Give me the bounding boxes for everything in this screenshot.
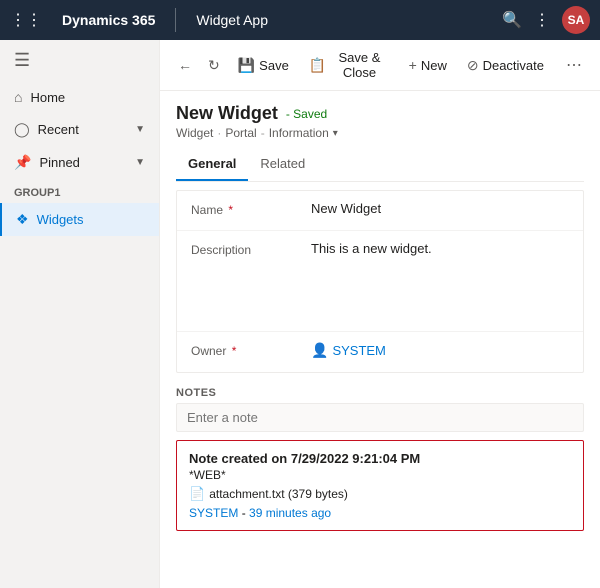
owner-label: Owner *: [191, 342, 311, 358]
save-button[interactable]: 💾 Save: [230, 53, 297, 78]
notes-header: NOTES: [176, 381, 584, 403]
note-card: Note created on 7/29/2022 9:21:04 PM *WE…: [176, 440, 584, 531]
record-name: New Widget: [176, 103, 278, 124]
save-icon: 💾: [238, 57, 255, 74]
note-attachment: 📄 attachment.txt (379 bytes): [189, 486, 571, 502]
new-label: New: [421, 58, 447, 73]
sidebar-home-label: Home: [30, 90, 145, 105]
sidebar-recent-label: Recent: [38, 122, 127, 137]
app-logo: Dynamics 365: [52, 12, 165, 28]
save-close-label: Save & Close: [330, 50, 388, 80]
search-icon[interactable]: 🔍: [502, 10, 522, 30]
sidebar-widgets-label: Widgets: [37, 212, 145, 227]
deactivate-icon: ⊘: [467, 57, 479, 74]
record-title: New Widget - Saved: [176, 103, 584, 124]
more-options-button[interactable]: ⋯: [560, 51, 588, 79]
note-system-link[interactable]: SYSTEM: [189, 506, 238, 520]
pinned-icon: 📌: [14, 154, 31, 171]
tab-related[interactable]: Related: [248, 148, 317, 181]
deactivate-label: Deactivate: [483, 58, 544, 73]
refresh-button[interactable]: ↻: [202, 53, 226, 78]
save-close-button[interactable]: 📋 Save & Close: [301, 46, 397, 84]
recent-chevron-icon: ▼: [135, 124, 145, 135]
attachment-filename: attachment.txt (379 bytes): [209, 487, 348, 501]
recent-icon: ◯: [14, 121, 30, 138]
record-saved-badge: - Saved: [286, 107, 327, 121]
owner-value[interactable]: 👤 SYSTEM: [311, 342, 569, 359]
new-button[interactable]: + New: [401, 53, 455, 77]
new-icon: +: [409, 57, 417, 73]
save-close-icon: 📋: [309, 57, 326, 74]
notes-section: NOTES Note created on 7/29/2022 9:21:04 …: [176, 381, 584, 531]
nav-divider: [175, 8, 176, 32]
note-tag: *WEB*: [189, 468, 571, 482]
breadcrumb-sep1: ·: [217, 126, 221, 140]
breadcrumb-widget: Widget: [176, 126, 213, 140]
form-tabs: General Related: [176, 148, 584, 182]
user-avatar[interactable]: SA: [562, 6, 590, 34]
breadcrumb-portal: Portal: [225, 126, 256, 140]
main-layout: ☰ ⌂ Home ◯ Recent ▼ 📌 Pinned ▼ Group1 ❖ …: [0, 40, 600, 588]
sidebar-item-recent[interactable]: ◯ Recent ▼: [0, 113, 159, 146]
pinned-chevron-icon: ▼: [135, 157, 145, 168]
tab-general[interactable]: General: [176, 148, 248, 181]
description-value[interactable]: This is a new widget.: [311, 241, 569, 321]
note-date: Note created on 7/29/2022 9:21:04 PM: [189, 451, 571, 466]
toolbar: ← ↻ 💾 Save 📋 Save & Close + New ⊘ Deacti…: [160, 40, 600, 91]
owner-required-indicator: *: [232, 344, 237, 358]
home-icon: ⌂: [14, 89, 22, 105]
tab-related-label: Related: [260, 156, 305, 171]
owner-name: SYSTEM: [332, 343, 385, 358]
note-separator: -: [242, 506, 249, 520]
name-required-indicator: *: [228, 203, 233, 217]
content-area: ← ↻ 💾 Save 📋 Save & Close + New ⊘ Deacti…: [160, 40, 600, 588]
sidebar: ☰ ⌂ Home ◯ Recent ▼ 📌 Pinned ▼ Group1 ❖ …: [0, 40, 160, 588]
back-button[interactable]: ←: [172, 53, 198, 77]
field-description: Description This is a new widget.: [177, 231, 583, 332]
sidebar-item-home[interactable]: ⌂ Home: [0, 81, 159, 113]
sidebar-pinned-label: Pinned: [39, 155, 127, 170]
top-nav-bar: ⋮⋮ Dynamics 365 Widget App 🔍 ⋮ SA: [0, 0, 600, 40]
sidebar-item-widgets[interactable]: ❖ Widgets: [0, 203, 159, 236]
sidebar-group-label: Group1: [0, 179, 159, 203]
note-time-ago: 39 minutes ago: [249, 506, 331, 520]
owner-person-icon: 👤: [311, 342, 328, 359]
breadcrumb-dropdown-icon[interactable]: ▾: [333, 128, 338, 139]
note-footer: SYSTEM - 39 minutes ago: [189, 506, 571, 520]
breadcrumb-sep2: -: [261, 126, 265, 140]
nav-icons: 🔍 ⋮ SA: [502, 6, 590, 34]
description-label: Description: [191, 241, 311, 257]
attachment-icon: 📄: [189, 486, 205, 502]
name-label: Name *: [191, 201, 311, 217]
field-owner: Owner * 👤 SYSTEM: [177, 332, 583, 372]
notes-input[interactable]: [176, 403, 584, 432]
grid-icon[interactable]: ⋮⋮: [10, 10, 42, 30]
save-label: Save: [259, 58, 289, 73]
field-name: Name * New Widget: [177, 191, 583, 231]
breadcrumb-information: Information: [269, 126, 329, 140]
name-value[interactable]: New Widget: [311, 201, 569, 216]
breadcrumb: Widget · Portal - Information ▾: [176, 126, 584, 140]
sidebar-hamburger-icon[interactable]: ☰: [0, 40, 159, 81]
form-area: New Widget - Saved Widget · Portal - Inf…: [160, 91, 600, 588]
deactivate-button[interactable]: ⊘ Deactivate: [459, 53, 552, 78]
record-header: New Widget - Saved Widget · Portal - Inf…: [176, 103, 584, 140]
settings-icon[interactable]: ⋮: [534, 10, 550, 30]
app-name: Widget App: [186, 12, 492, 28]
sidebar-item-pinned[interactable]: 📌 Pinned ▼: [0, 146, 159, 179]
widgets-icon: ❖: [16, 211, 29, 228]
tab-general-label: General: [188, 156, 236, 171]
form-section: Name * New Widget Description This is a …: [176, 190, 584, 373]
